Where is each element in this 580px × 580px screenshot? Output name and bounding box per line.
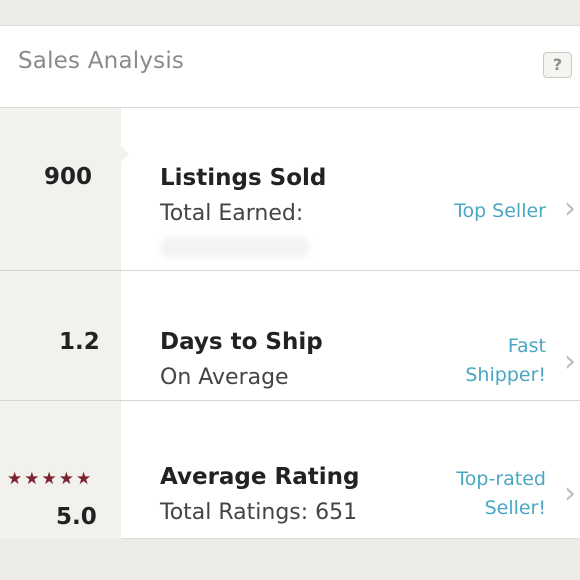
redacted-amount <box>160 236 310 258</box>
row-title: Days to Ship <box>160 329 323 355</box>
star-rating-icon: ★★★★★ <box>7 469 94 489</box>
chevron-right-icon: › <box>564 191 576 226</box>
badge-line: Top-rated <box>456 468 546 490</box>
metric-average-rating: 5.0 <box>56 504 97 530</box>
seller-badge: Top Seller <box>454 197 546 226</box>
badge-line: Top Seller <box>454 200 546 222</box>
row-subtitle: Total Ratings: 651 <box>160 500 358 525</box>
divider <box>0 270 580 271</box>
help-button[interactable]: ? <box>543 52 572 78</box>
seller-badge: Top-rated Seller! <box>456 465 546 523</box>
metric-days-to-ship: 1.2 <box>59 329 100 355</box>
metric-listings-sold: 900 <box>44 164 93 190</box>
badge-line: Seller! <box>484 497 546 519</box>
row-subtitle: Total Earned: <box>160 201 304 226</box>
badge-line: Shipper! <box>465 364 546 386</box>
metric-notch <box>121 146 129 162</box>
metric-column <box>0 108 121 272</box>
row-title: Listings Sold <box>160 165 327 191</box>
chevron-right-icon: › <box>564 476 576 511</box>
row-subtitle: On Average <box>160 365 289 390</box>
card-header: Sales Analysis ? <box>0 26 580 108</box>
question-icon: ? <box>552 55 563 74</box>
chevron-right-icon: › <box>564 344 576 379</box>
row-title: Average Rating <box>160 464 360 490</box>
sales-analysis-card: Sales Analysis ? Listings Sold Total Ear… <box>0 25 580 539</box>
row-listings-sold[interactable]: Listings Sold Total Earned: Top Seller › <box>0 108 580 272</box>
divider <box>0 400 580 401</box>
seller-badge: Fast Shipper! <box>465 332 546 390</box>
badge-line: Fast <box>507 335 546 357</box>
page-title: Sales Analysis <box>18 48 185 74</box>
